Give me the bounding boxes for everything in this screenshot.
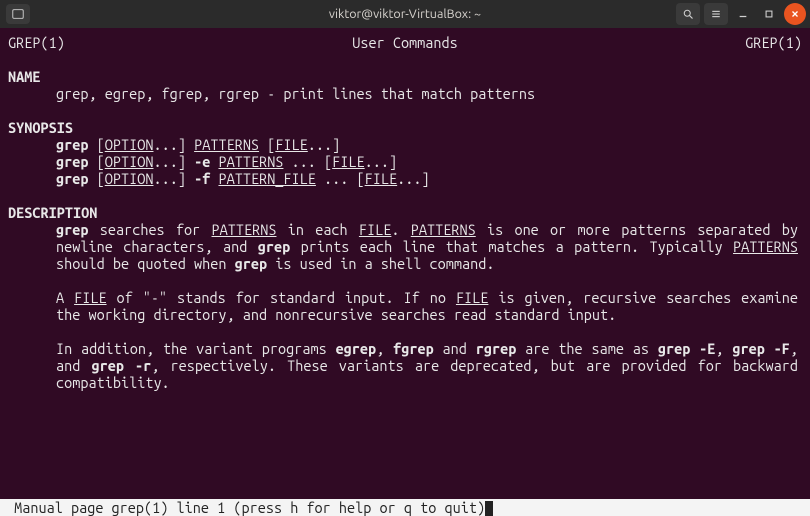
terminal-tab-icon xyxy=(11,7,25,21)
minimize-icon xyxy=(738,9,748,19)
synopsis-line-1: grep [OPTION...] PATTERNS [FILE...] xyxy=(8,136,802,153)
synopsis-line-3: grep [OPTION...] -f PATTERN_FILE ... [FI… xyxy=(8,170,802,187)
section-name-heading: NAME xyxy=(8,68,802,85)
man-header: GREP(1) User Commands GREP(1) xyxy=(8,34,802,51)
man-header-left: GREP(1) xyxy=(8,34,65,51)
hamburger-icon xyxy=(710,8,722,20)
description-paragraph-2: A FILE of "-" stands for standard input.… xyxy=(8,289,802,323)
search-button[interactable] xyxy=(676,3,700,25)
section-description-heading: DESCRIPTION xyxy=(8,204,802,221)
man-header-center: User Commands xyxy=(352,34,458,51)
description-paragraph-1: grep searches for PATTERNS in each FILE.… xyxy=(8,221,802,272)
section-synopsis-heading: SYNOPSIS xyxy=(8,119,802,136)
minimize-button[interactable] xyxy=(732,3,754,25)
close-icon xyxy=(790,9,800,19)
maximize-button[interactable] xyxy=(758,3,780,25)
title-bar: viktor@viktor-VirtualBox: ~ xyxy=(0,0,810,28)
maximize-icon xyxy=(764,9,774,19)
section-name-body: grep, egrep, fgrep, rgrep - print lines … xyxy=(8,85,802,102)
synopsis-line-2: grep [OPTION...] -e PATTERNS ... [FILE..… xyxy=(8,153,802,170)
man-status-text: Manual page grep(1) line 1 (press h for … xyxy=(6,499,485,516)
man-status-bar: Manual page grep(1) line 1 (press h for … xyxy=(0,499,810,516)
menu-button[interactable] xyxy=(704,3,728,25)
cursor xyxy=(485,501,493,516)
terminal-content[interactable]: GREP(1) User Commands GREP(1) NAME grep,… xyxy=(0,28,810,391)
close-button[interactable] xyxy=(784,3,806,25)
description-paragraph-3: In addition, the variant programs egrep,… xyxy=(8,340,802,391)
man-header-right: GREP(1) xyxy=(745,34,802,51)
search-icon xyxy=(682,8,694,20)
new-tab-button[interactable] xyxy=(6,4,30,24)
